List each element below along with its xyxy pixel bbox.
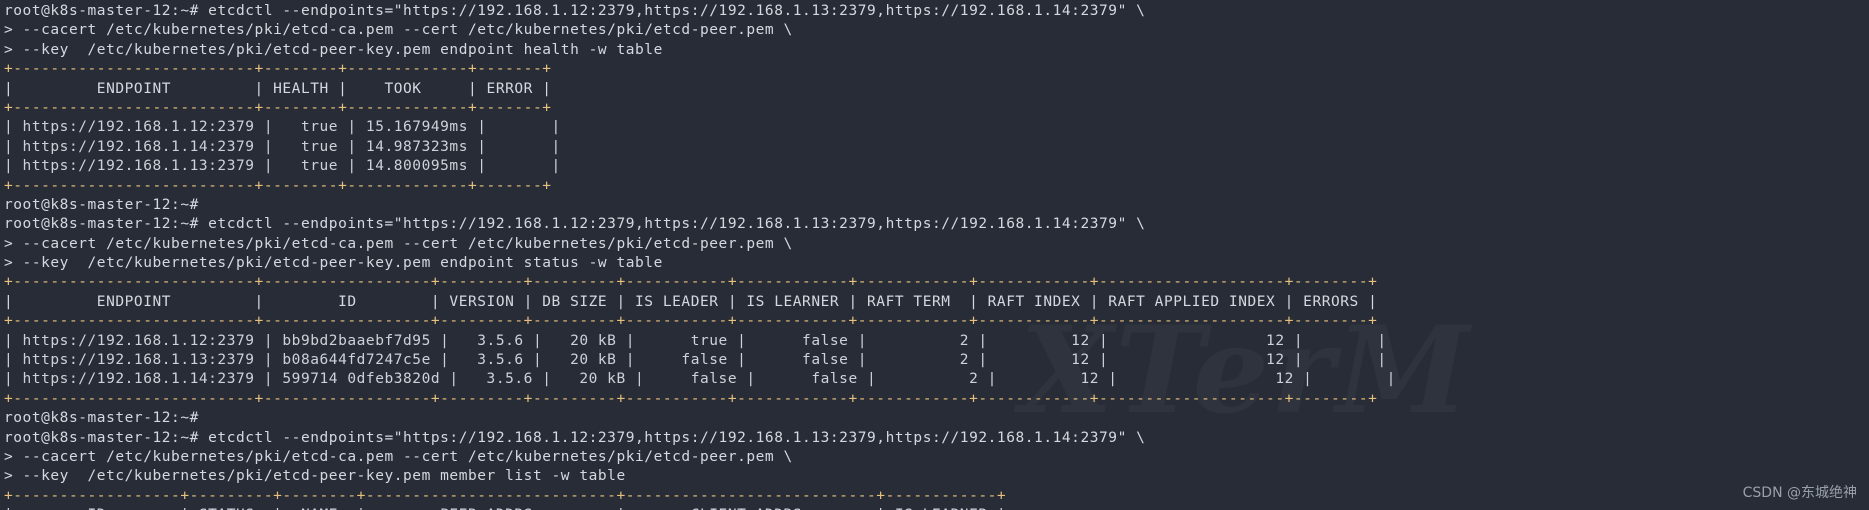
command-line: root@k8s-master-12:~# etcdctl --endpoint…: [4, 429, 1146, 446]
table-rule-mid: +--------------------------+------------…: [4, 313, 1378, 330]
table-rule-mid: +--------------------------+--------+---…: [4, 99, 552, 116]
table-header-row: | ENDPOINT | HEALTH | TOOK | ERROR |: [4, 80, 552, 97]
command-line: > --cacert /etc/kubernetes/pki/etcd-ca.p…: [4, 235, 793, 252]
table-rule-bottom: +--------------------------+--------+---…: [4, 177, 552, 194]
table-rule-top: +--------------------------+--------+---…: [4, 61, 552, 78]
command-line: > --key /etc/kubernetes/pki/etcd-peer-ke…: [4, 468, 626, 485]
table-row: | https://192.168.1.13:2379 | true | 14.…: [4, 158, 561, 175]
command-line: root@k8s-master-12:~# etcdctl --endpoint…: [4, 3, 1146, 19]
table-header-row: | ENDPOINT | ID | VERSION | DB SIZE | IS…: [4, 293, 1378, 310]
table-rule-top: +--------------------------+------------…: [4, 274, 1378, 291]
command-line: > --key /etc/kubernetes/pki/etcd-peer-ke…: [4, 41, 663, 58]
table-row: | https://192.168.1.12:2379 | true | 15.…: [4, 119, 561, 136]
shell-prompt: root@k8s-master-12:~#: [4, 410, 199, 427]
table-header-row: | ID | STATUS | NAME | PEER ADDRS | CLIE…: [4, 506, 1869, 510]
command-line: > --cacert /etc/kubernetes/pki/etcd-ca.p…: [4, 22, 793, 39]
csdn-credit-watermark: CSDN @东城绝神: [1742, 485, 1857, 501]
command-line: > --cacert /etc/kubernetes/pki/etcd-ca.p…: [4, 448, 793, 465]
command-line: > --key /etc/kubernetes/pki/etcd-peer-ke…: [4, 255, 663, 272]
shell-prompt: root@k8s-master-12:~#: [4, 196, 199, 213]
table-row: | https://192.168.1.14:2379 | true | 14.…: [4, 138, 561, 155]
terminal-window[interactable]: XTerM root@k8s-master-12:~# etcdctl --en…: [0, 0, 1869, 510]
command-line: root@k8s-master-12:~# etcdctl --endpoint…: [4, 216, 1146, 233]
table-rule-top: +------------------+---------+--------+-…: [4, 487, 1007, 504]
table-row: | https://192.168.1.13:2379 | b08a644fd7…: [4, 352, 1387, 369]
table-rule-bottom: +--------------------------+------------…: [4, 390, 1378, 407]
table-row: | https://192.168.1.14:2379 | 599714 0df…: [4, 371, 1396, 388]
table-row: | https://192.168.1.12:2379 | bb9bd2baae…: [4, 332, 1387, 349]
